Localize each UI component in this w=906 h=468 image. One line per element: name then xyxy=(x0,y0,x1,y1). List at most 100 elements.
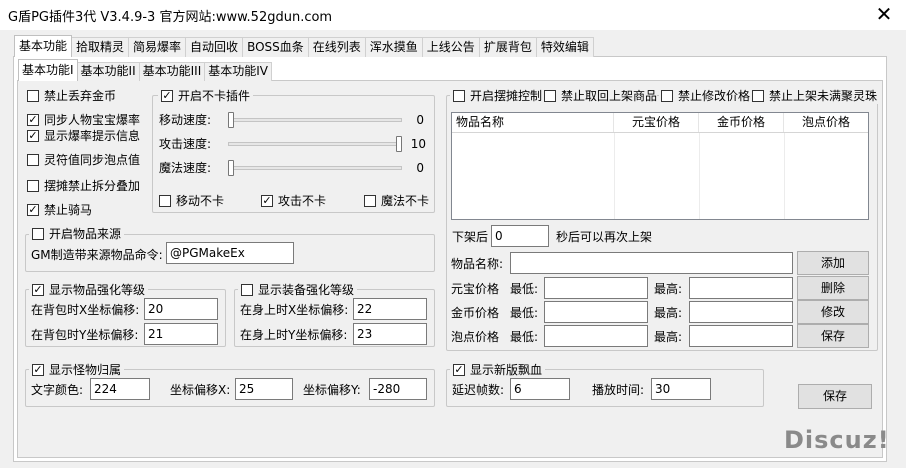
option-show-droprate-tip[interactable]: ✓ 显示爆率提示信息 xyxy=(27,128,140,144)
option-no-split-stack[interactable]: 摆摊禁止拆分叠加 xyxy=(27,178,140,194)
add-button[interactable]: 添加 xyxy=(797,251,869,275)
tab-pickup[interactable]: 拾取精灵 xyxy=(71,37,130,57)
play-time-input[interactable]: 30 xyxy=(651,378,711,400)
checkbox-icon[interactable] xyxy=(27,90,39,102)
tab-bossbar[interactable]: BOSS血条 xyxy=(242,37,309,57)
body-x-offset-input[interactable]: 22 xyxy=(353,298,427,320)
checkbox-icon[interactable] xyxy=(159,195,171,207)
tab-autorecycle[interactable]: 自动回收 xyxy=(185,37,244,57)
checkbox-icon[interactable] xyxy=(453,90,465,102)
subtab-basic-4[interactable]: 基本功能IV xyxy=(204,62,273,81)
option-no-list-unfilled[interactable]: 禁止上架未满聚灵珠 xyxy=(750,88,881,104)
tab-fishing[interactable]: 浑水摸鱼 xyxy=(364,37,423,57)
points-max-label: 最高: xyxy=(654,330,683,344)
option-no-retrieve[interactable]: 禁止取回上架商品 xyxy=(542,88,658,104)
yuanbao-max-input[interactable] xyxy=(689,277,793,299)
save-button[interactable]: 保存 xyxy=(798,384,872,409)
checkbox-icon[interactable]: ✓ xyxy=(261,195,273,207)
column-header[interactable]: 金币价格 xyxy=(699,113,784,132)
option-magic-nolag[interactable]: 魔法不卡 xyxy=(364,193,429,209)
move-speed-slider[interactable] xyxy=(228,110,402,130)
stall-save-button[interactable]: 保存 xyxy=(797,324,869,348)
checkbox-icon[interactable]: ✓ xyxy=(27,114,39,126)
item-source-toggle[interactable]: 开启物品来源 xyxy=(29,226,125,242)
stall-control-toggle[interactable]: 开启摆摊控制 xyxy=(450,88,543,104)
checkbox-icon[interactable] xyxy=(241,284,253,296)
column-header[interactable]: 元宝价格 xyxy=(614,113,699,132)
monster-owner-toggle[interactable]: ✓ 显示怪物归属 xyxy=(29,362,125,378)
gm-command-label: GM制造带来源物品命令: xyxy=(31,248,163,262)
magic-speed-slider[interactable] xyxy=(228,158,402,178)
magic-speed-value: 0 xyxy=(416,161,424,175)
relist-prefix: 下架后 xyxy=(452,230,489,244)
points-min-label: 最低: xyxy=(510,330,539,344)
tab-effects[interactable]: 特效编辑 xyxy=(535,37,594,57)
slider-thumb[interactable] xyxy=(228,160,234,176)
gold-max-input[interactable] xyxy=(689,301,793,323)
tab-announce[interactable]: 上线公告 xyxy=(421,37,480,57)
bag-y-offset-input[interactable]: 21 xyxy=(144,323,218,345)
option-sync-pet-droprate[interactable]: ✓ 同步人物宝宝爆率 xyxy=(27,112,140,128)
checkbox-icon[interactable] xyxy=(364,195,376,207)
item-strength-toggle[interactable]: ✓ 显示物品强化等级 xyxy=(29,282,149,298)
close-button[interactable]: ✕ xyxy=(870,3,898,25)
checkbox-icon[interactable]: ✓ xyxy=(32,364,44,376)
delete-button[interactable]: 删除 xyxy=(797,276,869,300)
tab-bag[interactable]: 扩展背包 xyxy=(478,37,537,57)
column-header[interactable]: 物品名称 xyxy=(452,113,614,132)
checkbox-icon[interactable] xyxy=(27,154,39,166)
subtab-basic-1[interactable]: 基本功能I xyxy=(18,59,78,81)
tab-droprate[interactable]: 简易爆率 xyxy=(128,37,187,57)
owner-x-offset-input[interactable]: 25 xyxy=(235,378,293,400)
column-header[interactable]: 泡点价格 xyxy=(784,113,868,132)
bag-x-offset-input[interactable]: 20 xyxy=(144,298,218,320)
anti-lag-toggle[interactable]: ✓ 开启不卡插件 xyxy=(158,88,254,104)
checkbox-icon[interactable]: ✓ xyxy=(453,364,465,376)
yuanbao-price-label: 元宝价格 xyxy=(451,282,500,296)
relist-seconds-input[interactable]: 0 xyxy=(491,225,549,247)
slider-thumb[interactable] xyxy=(396,136,402,152)
points-price-label: 泡点价格 xyxy=(451,330,500,344)
option-no-drop-gold[interactable]: 禁止丢弃金币 xyxy=(27,88,116,104)
slider-thumb[interactable] xyxy=(228,112,234,128)
attack-speed-slider[interactable] xyxy=(228,134,402,154)
points-min-input[interactable] xyxy=(544,325,648,347)
window-title: G盾PG插件3代 V3.4.9-3 官方网站:www.52gdun.com xyxy=(8,10,333,25)
checkbox-icon[interactable] xyxy=(27,180,39,192)
option-move-nolag[interactable]: 移动不卡 xyxy=(159,193,224,209)
checkbox-icon[interactable]: ✓ xyxy=(27,204,39,216)
gold-min-input[interactable] xyxy=(544,301,648,323)
column-divider xyxy=(614,133,615,219)
equip-strength-toggle[interactable]: 显示装备强化等级 xyxy=(238,282,358,298)
checkbox-icon[interactable] xyxy=(661,90,673,102)
text-color-input[interactable]: 224 xyxy=(90,378,150,400)
points-max-input[interactable] xyxy=(689,325,793,347)
checkbox-icon[interactable] xyxy=(32,228,44,240)
attack-speed-label: 攻击速度: xyxy=(159,137,212,151)
tab-basic[interactable]: 基本功能 xyxy=(14,35,73,57)
delay-frames-input[interactable]: 6 xyxy=(510,378,570,400)
checkbox-icon[interactable]: ✓ xyxy=(161,90,173,102)
modify-button[interactable]: 修改 xyxy=(797,300,869,324)
float-blood-toggle[interactable]: ✓ 显示新版飘血 xyxy=(450,362,546,378)
option-attack-nolag[interactable]: ✓ 攻击不卡 xyxy=(261,193,326,209)
checkbox-icon[interactable]: ✓ xyxy=(27,130,39,142)
bag-x-offset-label: 在背包时X坐标偏移: xyxy=(31,303,140,317)
option-no-riding[interactable]: ✓ 禁止骑马 xyxy=(27,202,92,218)
stall-item-table[interactable]: 物品名称 元宝价格 金币价格 泡点价格 xyxy=(451,112,869,220)
yuanbao-max-label: 最高: xyxy=(654,282,683,296)
yuanbao-min-input[interactable] xyxy=(544,277,648,299)
checkbox-icon[interactable] xyxy=(544,90,556,102)
checkbox-icon[interactable]: ✓ xyxy=(32,284,44,296)
subtab-basic-3[interactable]: 基本功能III xyxy=(138,62,206,81)
option-no-change-price[interactable]: 禁止修改价格 xyxy=(659,88,751,104)
checkbox-icon[interactable] xyxy=(752,90,764,102)
item-name-input[interactable] xyxy=(510,252,793,274)
subtab-basic-2[interactable]: 基本功能II xyxy=(76,62,140,81)
option-sync-talisman[interactable]: 灵符值同步泡点值 xyxy=(27,152,140,168)
tab-onlinelist[interactable]: 在线列表 xyxy=(307,37,366,57)
gm-command-input[interactable]: @PGMakeEx xyxy=(166,242,294,264)
body-y-offset-input[interactable]: 23 xyxy=(353,323,427,345)
text-color-label: 文字颜色: xyxy=(31,383,84,397)
owner-y-offset-input[interactable]: -280 xyxy=(369,378,427,400)
